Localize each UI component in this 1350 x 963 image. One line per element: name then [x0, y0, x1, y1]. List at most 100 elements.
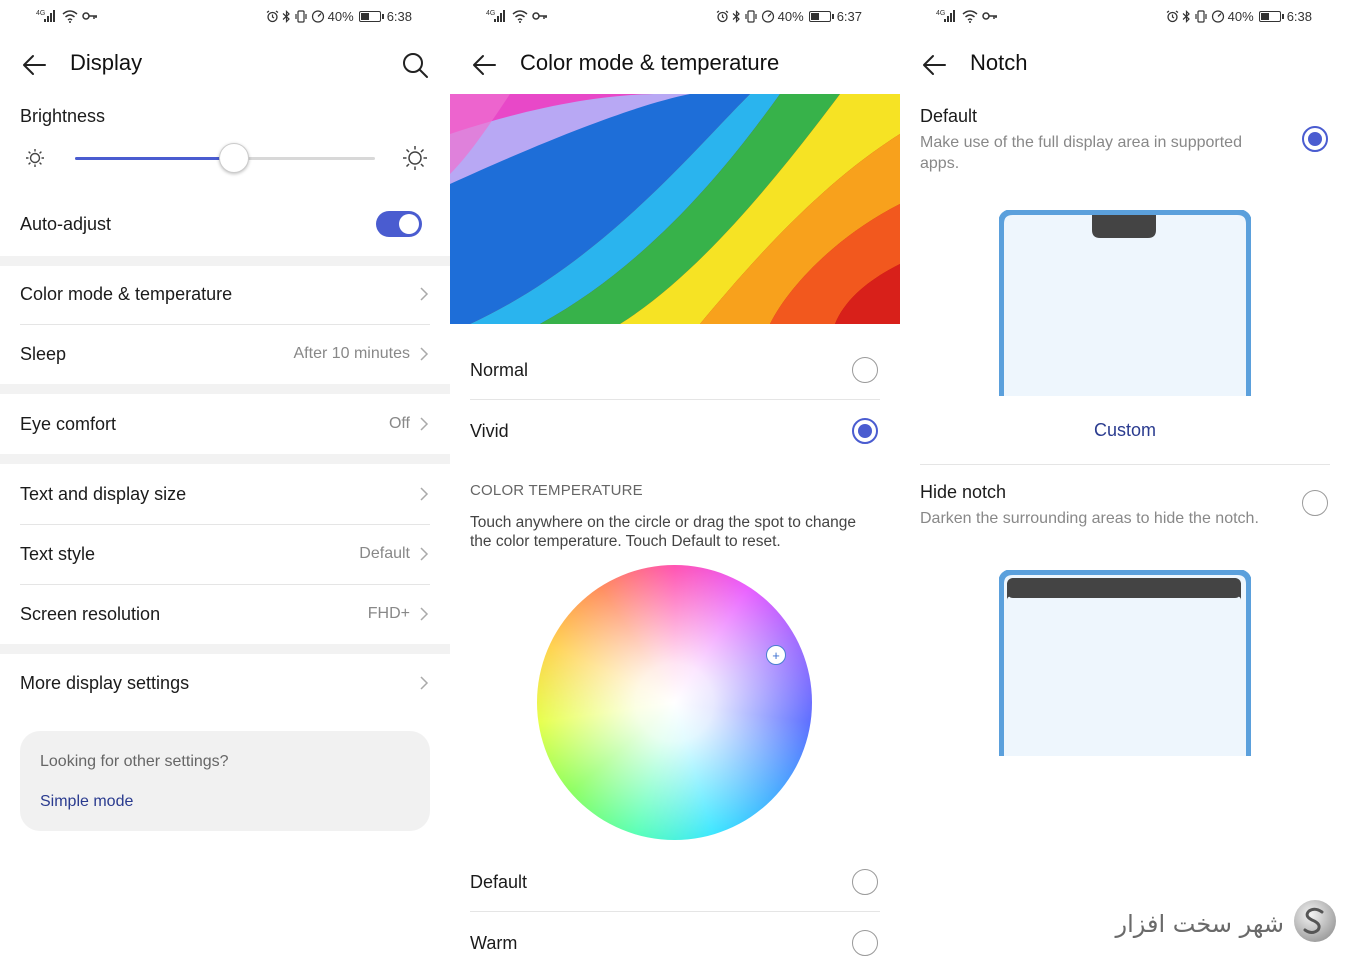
- vpn-key-icon: [532, 11, 548, 21]
- bluetooth-icon: [282, 10, 291, 23]
- battery-percent: 40%: [777, 9, 804, 24]
- watermark-text: شهر سخت افزار: [1115, 909, 1284, 938]
- temp-option-label: Default: [470, 871, 528, 892]
- divider: [470, 911, 880, 912]
- section-description: Touch anywhere on the circle or drag the…: [470, 514, 857, 550]
- vpn-key-icon: [82, 11, 98, 21]
- status-bar: 4G 40% 6:38: [0, 0, 450, 34]
- menu-item-label: Screen resolution: [20, 603, 161, 624]
- mode-option-normal[interactable]: Normal: [470, 340, 880, 400]
- menu-item-eye-comfort[interactable]: Eye comfort Off: [20, 394, 430, 454]
- menu-item-label: More display settings: [20, 672, 190, 693]
- section-divider: [0, 454, 450, 464]
- default-option-title[interactable]: Default: [920, 106, 977, 127]
- default-option-description: Make use of the full display area in sup…: [920, 134, 1242, 172]
- temperature-spot-handle[interactable]: +: [766, 645, 786, 665]
- wifi-icon: [62, 9, 78, 23]
- menu-item-text-display-size[interactable]: Text and display size: [20, 464, 430, 524]
- brightness-slider-fill: [75, 157, 234, 160]
- status-bar: 4G 40% 6:38: [900, 0, 1350, 34]
- section-title: COLOR TEMPERATURE: [470, 482, 643, 499]
- other-settings-question: Looking for other settings?: [40, 753, 229, 770]
- notch-default-preview: [998, 209, 1252, 396]
- wifi-icon: [512, 9, 528, 23]
- brightness-high-icon: [402, 145, 428, 176]
- other-settings-card: Looking for other settings? Simple mode: [20, 731, 430, 831]
- radio-normal[interactable]: [852, 357, 878, 383]
- custom-link[interactable]: Custom: [900, 420, 1350, 441]
- battery-icon: [808, 11, 834, 22]
- hide-notch-description: Darken the surrounding areas to hide the…: [920, 510, 1259, 527]
- temp-option-label: Warm: [470, 932, 518, 953]
- app-bar: Color mode & temperature: [450, 34, 900, 94]
- data-saver-icon: [761, 10, 775, 23]
- page-title: Display: [70, 50, 143, 75]
- bluetooth-icon: [1182, 10, 1191, 23]
- radio-default-notch[interactable]: [1302, 126, 1328, 152]
- color-preview-image: [450, 94, 900, 324]
- temp-option-default[interactable]: Default: [470, 852, 880, 912]
- menu-item-value: Default: [359, 545, 410, 562]
- vibrate-icon: [294, 10, 308, 23]
- alarm-icon: [1166, 10, 1179, 23]
- brightness-slider[interactable]: [75, 143, 375, 173]
- menu-item-label: Text and display size: [20, 483, 187, 504]
- back-arrow-icon[interactable]: [470, 50, 500, 80]
- signal-icon: 4G: [36, 9, 58, 23]
- svg-text:4G: 4G: [486, 10, 495, 17]
- signal-icon: 4G: [936, 9, 958, 23]
- notch-screen: 4G 40% 6:38 Notch Default Make use of th…: [900, 0, 1350, 963]
- watermark: شهر سخت افزار: [1116, 898, 1338, 949]
- page-title: Notch: [970, 50, 1028, 75]
- data-saver-icon: [1211, 10, 1225, 23]
- chevron-right-icon: [420, 487, 429, 501]
- menu-item-value: After 10 minutes: [293, 345, 411, 362]
- battery-icon: [358, 11, 384, 22]
- menu-item-label: Sleep: [20, 343, 67, 364]
- auto-adjust-label: Auto-adjust: [20, 214, 112, 234]
- clock: 6:38: [1286, 9, 1312, 24]
- back-arrow-icon[interactable]: [20, 50, 50, 80]
- mode-option-vivid[interactable]: Vivid: [470, 401, 880, 461]
- display-screen: 4G 40% 6:38 Display Brightness Auto-adju…: [0, 0, 450, 963]
- hide-notch-title[interactable]: Hide notch: [920, 482, 1006, 503]
- temp-option-warm[interactable]: Warm: [470, 913, 880, 963]
- color-temperature-wheel[interactable]: +: [537, 565, 812, 840]
- clock: 6:37: [836, 9, 862, 24]
- menu-item-color-mode[interactable]: Color mode & temperature: [20, 264, 430, 324]
- menu-item-sleep[interactable]: Sleep After 10 minutes: [20, 324, 430, 384]
- battery-percent: 40%: [1227, 9, 1254, 24]
- app-bar: Notch: [900, 34, 1350, 94]
- alarm-icon: [266, 10, 279, 23]
- bluetooth-icon: [732, 10, 741, 23]
- chevron-right-icon: [420, 347, 429, 361]
- vibrate-icon: [744, 10, 758, 23]
- radio-hide-notch[interactable]: [1302, 490, 1328, 516]
- data-saver-icon: [311, 10, 325, 23]
- brightness-slider-thumb[interactable]: [219, 143, 249, 173]
- radio-vivid[interactable]: [852, 418, 878, 444]
- wifi-icon: [962, 9, 978, 23]
- chevron-right-icon: [420, 287, 429, 301]
- chevron-right-icon: [420, 417, 429, 431]
- menu-item-text-style[interactable]: Text style Default: [20, 524, 430, 584]
- divider: [920, 464, 1330, 465]
- battery-icon: [1258, 11, 1284, 22]
- simple-mode-link[interactable]: Simple mode: [40, 793, 133, 811]
- chevron-right-icon: [420, 676, 429, 690]
- menu-item-screen-resolution[interactable]: Screen resolution FHD+: [20, 584, 430, 644]
- back-arrow-icon[interactable]: [920, 50, 950, 80]
- menu-item-more-display[interactable]: More display settings: [20, 653, 430, 713]
- brightness-low-icon: [25, 148, 45, 173]
- search-icon[interactable]: [400, 50, 430, 80]
- radio-warm[interactable]: [852, 930, 878, 956]
- menu-item-value: FHD+: [367, 605, 410, 622]
- auto-adjust-toggle[interactable]: [376, 211, 422, 237]
- menu-item-label: Eye comfort: [20, 413, 117, 434]
- alarm-icon: [716, 10, 729, 23]
- page-title: Color mode & temperature: [520, 50, 780, 75]
- radio-default[interactable]: [852, 869, 878, 895]
- watermark-logo-icon: [1292, 898, 1338, 949]
- svg-text:4G: 4G: [36, 10, 45, 17]
- clock: 6:38: [386, 9, 412, 24]
